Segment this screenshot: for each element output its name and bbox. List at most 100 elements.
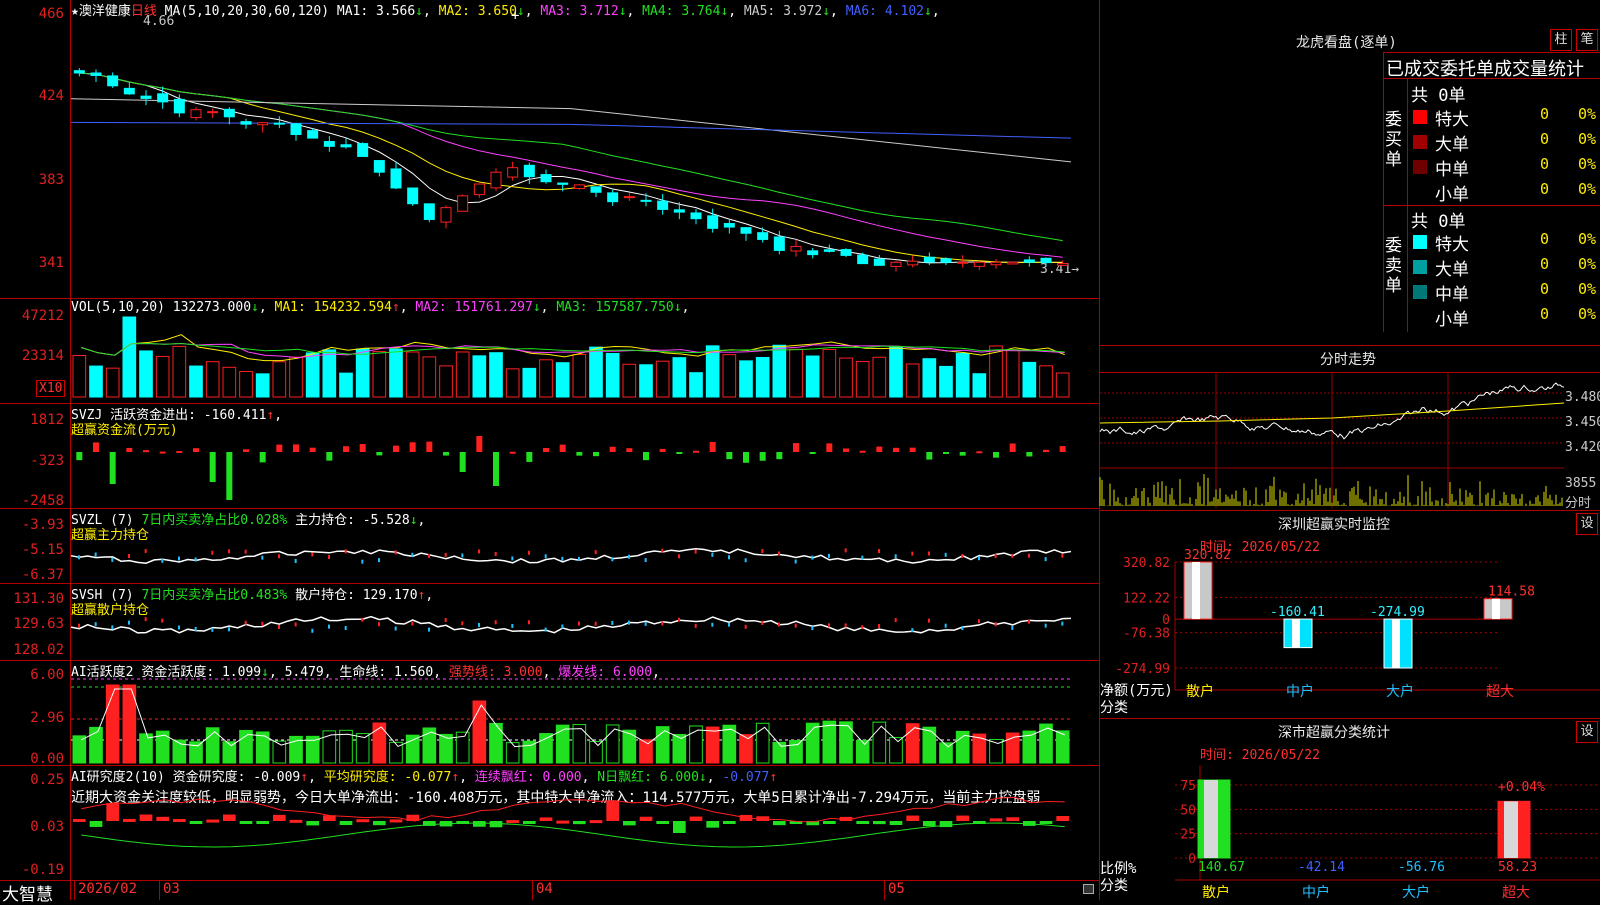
fund-flow-bar [193, 448, 199, 452]
candle [707, 215, 719, 229]
buy-row-color-swatch [1413, 110, 1427, 124]
activity-bar [555, 724, 570, 764]
volume-bar [889, 346, 903, 398]
ma-legend-value: 4.102 [884, 4, 924, 19]
research-bar [639, 816, 653, 821]
fund-flow-bar [609, 446, 616, 452]
svzj-y-tick: -323 [30, 453, 64, 469]
activity-bar [739, 734, 753, 764]
intraday-y-tick: 3.450 [1565, 415, 1600, 430]
candle [357, 143, 369, 157]
ai-research-arrow2: ↑ [451, 770, 460, 785]
volume-bar [372, 351, 387, 398]
sz-class-value-label: -56.76 [1398, 860, 1445, 875]
svzj-chart[interactable] [71, 432, 1099, 502]
sz-class-y-tick: 0 [1188, 852, 1196, 867]
fund-flow-bar [176, 451, 183, 454]
svzl-chart[interactable] [70, 528, 1099, 580]
sz-class-bar-highlight [1504, 801, 1518, 858]
research-bar [873, 821, 886, 825]
svsh-chart[interactable] [70, 603, 1099, 658]
candle [757, 232, 769, 240]
intraday-chart[interactable] [1099, 373, 1565, 508]
research-bar [989, 818, 1003, 822]
ai-active-chart[interactable] [71, 677, 1099, 764]
sz-class-settings-button[interactable]: 设 [1576, 721, 1598, 743]
research-bar [73, 818, 86, 822]
fund-flow-bar [293, 444, 299, 452]
ma-legend-arrow: ↓ [822, 4, 831, 19]
date-axis-label: 2026/02 [78, 881, 138, 897]
volume-bar [539, 359, 553, 398]
research-bar [856, 821, 869, 824]
fund-flow-bar [893, 447, 899, 452]
intraday-y-tick: 3.480 [1565, 390, 1600, 405]
activity-bar [222, 741, 237, 764]
kline-y-tick: 424 [38, 88, 64, 104]
activity-bar [1055, 730, 1070, 764]
volume-bar [639, 364, 653, 398]
sz-monitor-settings-button[interactable]: 设 [1576, 513, 1598, 535]
fund-flow-bar [793, 443, 799, 452]
fund-flow-bar [1009, 443, 1016, 452]
ma-legend-label: MA2: [430, 4, 478, 19]
date-axis-label: 04 [536, 881, 553, 897]
sell-row-name: 特大 [1435, 235, 1469, 255]
lock-icon[interactable] [1083, 884, 1094, 894]
volume-bar [339, 372, 353, 398]
candle [540, 174, 552, 183]
volume-chart[interactable] [71, 312, 1099, 398]
kline-chart[interactable] [70, 20, 1099, 295]
sell-row-pct: 0% [1578, 305, 1597, 323]
candle [873, 258, 885, 266]
research-bar [239, 821, 253, 824]
ma-legend-value: 3.712 [579, 4, 619, 19]
stock-name[interactable]: ★澳洋健康 [71, 4, 131, 19]
activity-bar [405, 734, 420, 764]
research-bar [1056, 815, 1069, 821]
ai-active-y-tick: 2.96 [30, 710, 64, 726]
volume-bar [839, 357, 853, 398]
candle [107, 75, 119, 87]
sz-monitor-bar-highlight [1492, 598, 1500, 620]
candle [957, 261, 969, 264]
fund-flow-bar [459, 452, 466, 472]
fund-flow-bar [959, 452, 966, 456]
intraday-title: 分时走势 [1320, 352, 1376, 368]
svsh-ratio: 7日内买卖净占比0.483% [141, 588, 288, 603]
fund-flow-bar [1026, 452, 1033, 457]
candle [607, 192, 619, 203]
sz-monitor-y-tick: 320.82 [1123, 556, 1170, 571]
ai-research-chart[interactable] [71, 796, 1099, 878]
pen-mode-button[interactable]: 笔 [1576, 29, 1598, 51]
candle [573, 184, 585, 189]
sz-monitor-chart[interactable]: 320.82122.220-76.38-274.99320.82散户-160.4… [1100, 548, 1600, 715]
fund-flow-bar [526, 452, 533, 462]
ai-research-title-bar: AI研究度2(10) 资金研究度: -0.009↑, 平均研究度: -0.077… [71, 770, 778, 785]
volume-bar [455, 351, 470, 398]
research-bar [139, 814, 153, 821]
research-bar [656, 821, 669, 824]
candle [407, 187, 419, 205]
candle [240, 121, 252, 125]
sz-monitor-y-tick: -76.38 [1123, 627, 1170, 642]
fund-flow-bar [126, 447, 133, 452]
activity-bar [889, 737, 903, 764]
candle [157, 93, 169, 103]
ai-research-v4: -0.077 [722, 770, 770, 785]
sz-class-chart[interactable]: 75 50 25 0140.67 散户 -42.14 中户 -56.76 大户 58.23 超大 +0… [1100, 755, 1600, 901]
buy-row-name: 大单 [1435, 135, 1469, 155]
research-bar [573, 821, 586, 825]
volume-bar [805, 355, 820, 398]
volume-bar [972, 373, 987, 398]
research-bar [606, 801, 619, 821]
vol-unit-badge[interactable]: X10 [36, 380, 66, 397]
sell-row-count: 0 [1540, 280, 1550, 298]
sell-row-pct: 0% [1578, 230, 1597, 248]
bar-mode-button[interactable]: 柱 [1550, 29, 1572, 51]
research-bar [623, 821, 636, 826]
candle [207, 111, 219, 114]
research-bar [189, 821, 203, 824]
sz-monitor-category: 中户 [1286, 683, 1314, 700]
ai-research-avg: 平均研究度: -0.077 [323, 770, 452, 785]
